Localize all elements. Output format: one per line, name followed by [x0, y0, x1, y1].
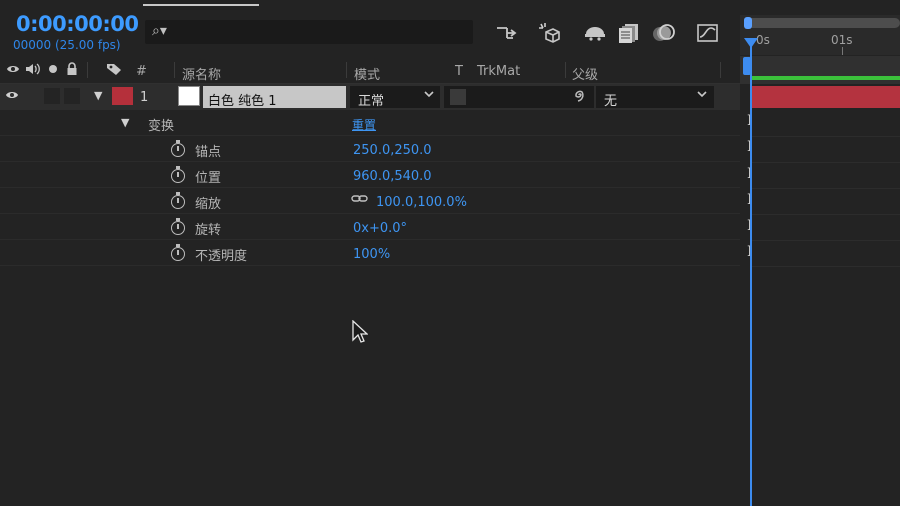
timeline-row-divider: [752, 266, 900, 267]
stopwatch-icon[interactable]: [171, 218, 185, 235]
property-row-rotation[interactable]: 旋转 0x+0.0°: [0, 214, 740, 240]
search-input[interactable]: [173, 23, 463, 41]
property-row-opacity[interactable]: 不透明度 100%: [0, 240, 740, 266]
property-name: 位置: [195, 171, 222, 186]
work-area-range: [752, 76, 900, 80]
header-t: T: [455, 64, 463, 79]
playhead-line[interactable]: [750, 42, 752, 506]
search-icon: ⌕▾: [152, 23, 167, 39]
transform-twirl-icon[interactable]: ▼: [121, 116, 129, 129]
chevron-down-icon: [423, 88, 435, 103]
layer-search-box[interactable]: ⌕▾: [145, 20, 473, 44]
timeline-row-divider: [752, 188, 900, 189]
header-separator: [87, 62, 88, 78]
property-row-position[interactable]: 位置 960.0,540.0: [0, 162, 740, 188]
header-source-name[interactable]: 源名称: [182, 64, 221, 83]
property-row-anchor-point[interactable]: 锚点 250.0,250.0: [0, 136, 740, 162]
header-mode: 模式: [354, 68, 381, 83]
motion-blur-icon[interactable]: [651, 20, 677, 46]
property-name: 不透明度: [195, 249, 248, 264]
constrain-proportions-link-icon[interactable]: [351, 193, 369, 208]
header-layer-number: #: [136, 64, 147, 79]
stopwatch-icon[interactable]: [171, 166, 185, 183]
solo-dot-icon[interactable]: [48, 62, 58, 80]
preserve-transparency-toggle[interactable]: [450, 89, 466, 105]
time-navigator-bar[interactable]: [746, 18, 900, 28]
active-tab-indicator: [143, 4, 259, 6]
playhead-handle[interactable]: [744, 38, 758, 48]
property-value[interactable]: 250.0,250.0: [353, 143, 432, 158]
layer-label-color[interactable]: [112, 87, 133, 105]
header-parent: 父级: [572, 68, 599, 83]
reset-link[interactable]: 重置: [352, 116, 376, 133]
header-trkmat: TrkMat: [477, 64, 521, 79]
layer-visibility-eye-icon[interactable]: [5, 88, 19, 106]
property-name: 缩放: [195, 197, 222, 212]
audio-speaker-icon[interactable]: [25, 62, 41, 80]
video-eye-icon[interactable]: [6, 62, 20, 80]
layer-solo-switch[interactable]: [44, 88, 60, 104]
timeline-row-divider: [752, 136, 900, 137]
property-value[interactable]: 0x+0.0°: [353, 221, 407, 236]
shy-layers-icon[interactable]: [582, 20, 608, 46]
property-name: 锚点: [195, 145, 222, 160]
timeline-row-divider: [752, 240, 900, 241]
lock-icon[interactable]: [66, 62, 78, 80]
layer-twirl-down-icon[interactable]: ▼: [94, 89, 102, 102]
mouse-cursor-icon: [352, 319, 369, 348]
current-time-display[interactable]: 0:00:00:00: [16, 12, 139, 36]
header-separator: [346, 62, 347, 78]
ruler-label-0s: 0s: [756, 33, 770, 47]
comp-flowchart-icon[interactable]: [493, 20, 519, 46]
layer-source-thumbnail: [178, 86, 200, 106]
header-separator: [174, 62, 175, 78]
property-row-scale[interactable]: 缩放 100.0,100.0%: [0, 188, 740, 214]
frame-blending-icon[interactable]: [616, 20, 642, 46]
ruler-label-01s: 01s: [831, 33, 853, 47]
chevron-down-icon: [696, 88, 708, 103]
label-tag-icon[interactable]: [106, 62, 122, 80]
transform-label: 变换: [148, 119, 175, 134]
stopwatch-icon[interactable]: [171, 192, 185, 209]
layer-number: 1: [140, 90, 149, 105]
frame-count-fps: 00000 (25.00 fps): [13, 38, 121, 52]
blend-mode-value: 正常: [358, 94, 385, 109]
stopwatch-icon[interactable]: [171, 244, 185, 261]
timeline-row-divider: [752, 214, 900, 215]
header-separator: [565, 62, 566, 78]
transform-group-row[interactable]: ▼ 变换 重置: [0, 110, 740, 136]
stopwatch-icon[interactable]: [171, 140, 185, 157]
property-name: 旋转: [195, 223, 222, 238]
property-value[interactable]: 960.0,540.0: [353, 169, 432, 184]
timeline-row-divider: [752, 162, 900, 163]
header-separator: [720, 62, 721, 78]
graph-editor-icon[interactable]: [695, 20, 721, 46]
parent-value: 无: [604, 94, 618, 109]
layer-duration-bar[interactable]: [752, 86, 900, 108]
layer-lock-switch[interactable]: [64, 88, 80, 104]
draft-3d-icon[interactable]: [536, 20, 562, 46]
time-navigator-start-handle[interactable]: [744, 17, 752, 29]
property-value[interactable]: 100.0,100.0%: [376, 195, 467, 210]
property-value[interactable]: 100%: [353, 247, 390, 262]
ruler-tick: [842, 47, 843, 55]
parent-pickwhip-icon[interactable]: [571, 87, 587, 107]
layer-name: 白色 纯色 1: [208, 94, 277, 109]
